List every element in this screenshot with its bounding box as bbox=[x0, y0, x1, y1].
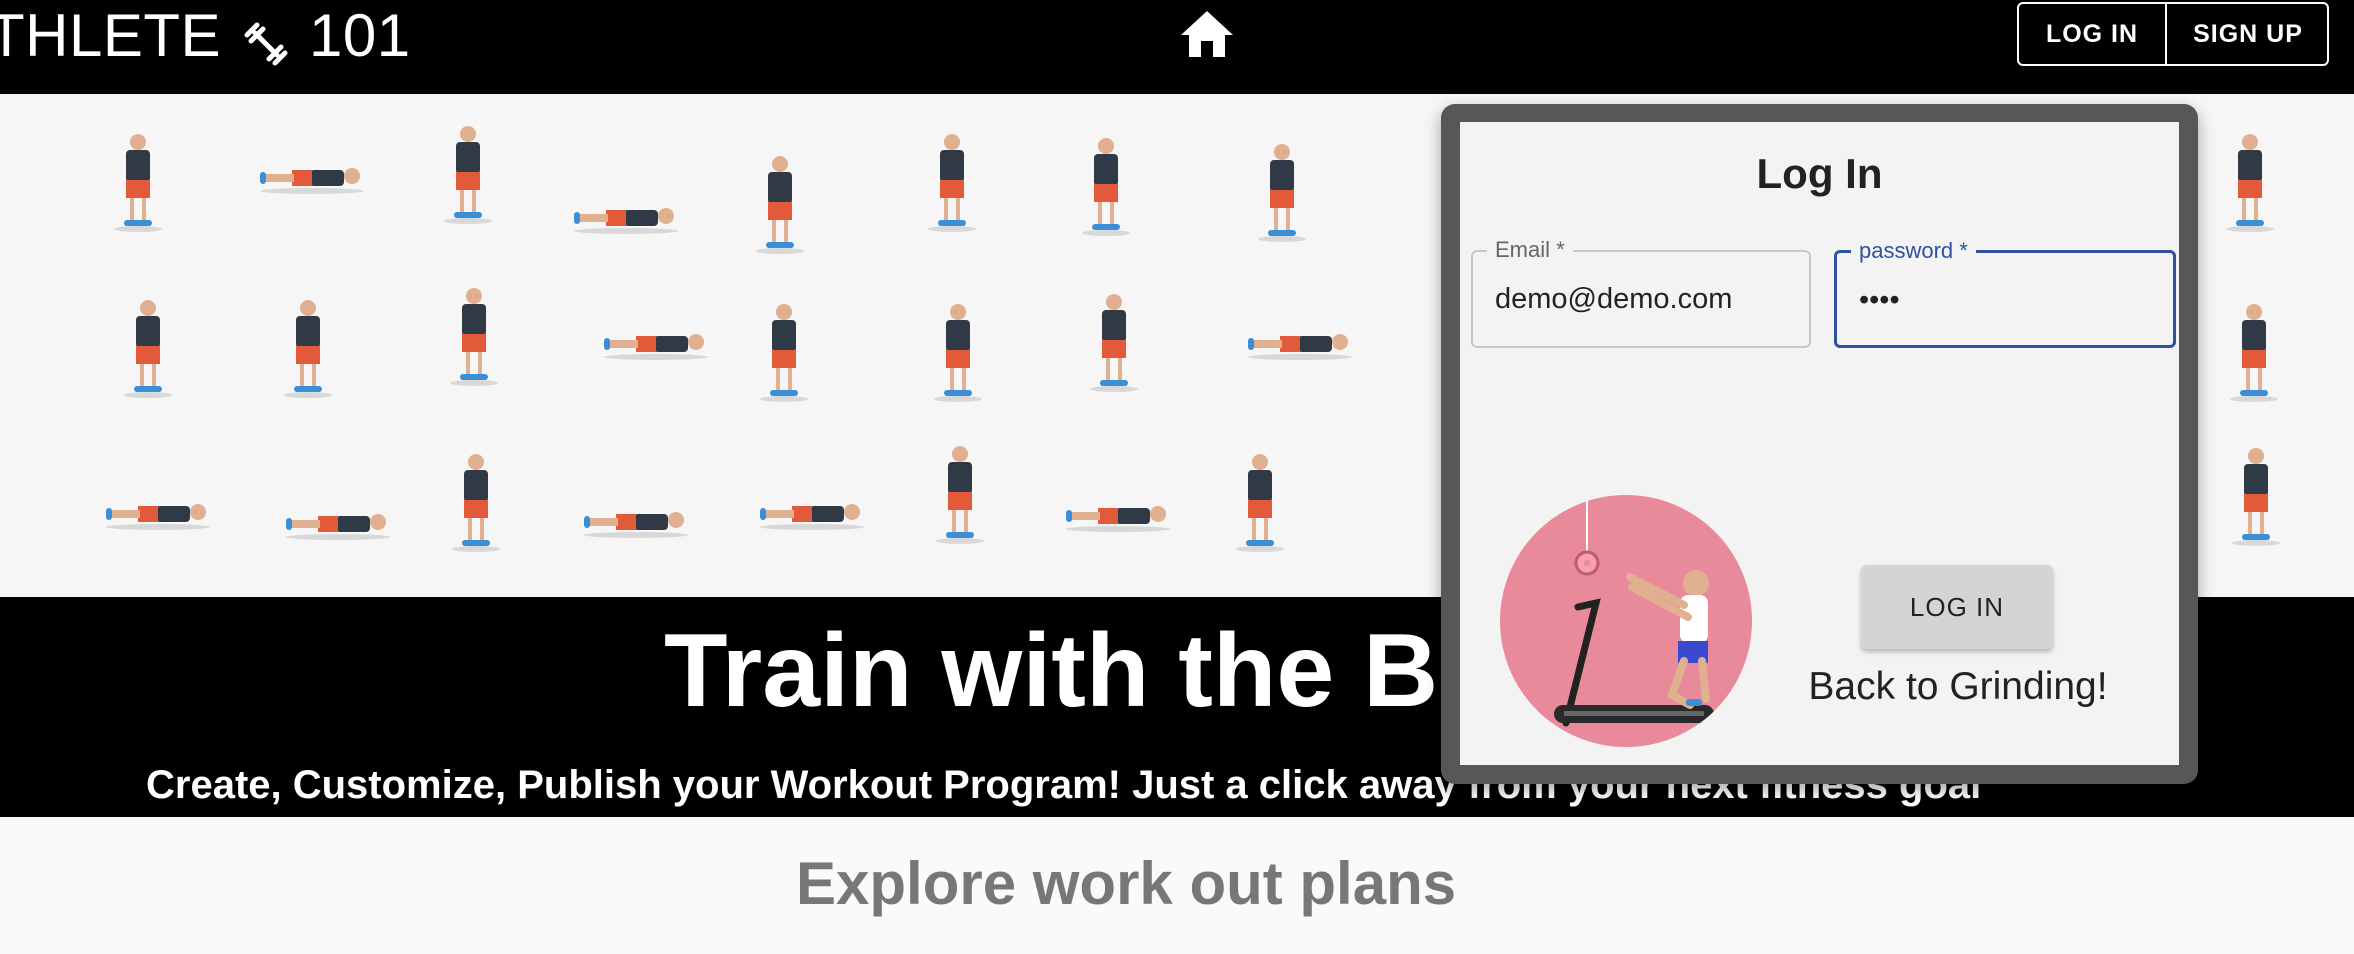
exercise-figure bbox=[284, 300, 332, 400]
exercise-figure bbox=[604, 324, 708, 364]
exercise-figure bbox=[1236, 454, 1284, 554]
exercise-figure bbox=[1248, 324, 1352, 364]
signup-button[interactable]: SIGN UP bbox=[2167, 4, 2329, 64]
exercise-figure bbox=[1090, 294, 1138, 394]
exercise-figure bbox=[2232, 448, 2280, 548]
treadmill-donut-illustration bbox=[1500, 495, 1752, 747]
email-field[interactable]: Email * bbox=[1471, 237, 1811, 348]
email-label: Email * bbox=[1487, 237, 1573, 263]
exercise-figure bbox=[452, 454, 500, 554]
explore-title: Explore work out plans bbox=[796, 850, 1457, 917]
exercise-figure bbox=[584, 502, 688, 542]
exercise-figure bbox=[936, 446, 984, 546]
home-icon bbox=[1179, 9, 1235, 64]
exercise-figure bbox=[760, 494, 864, 534]
explore-section: Explore work out plans bbox=[0, 817, 2354, 954]
exercise-figure bbox=[928, 134, 976, 234]
home-button[interactable] bbox=[1176, 8, 1238, 64]
dumbbell-icon bbox=[243, 12, 289, 66]
exercise-figure bbox=[114, 134, 162, 234]
password-input[interactable] bbox=[1859, 279, 2149, 321]
exercise-figure bbox=[2226, 134, 2274, 234]
exercise-figure bbox=[286, 504, 390, 544]
exercise-figure bbox=[934, 304, 982, 404]
exercise-figure bbox=[124, 300, 172, 400]
email-input[interactable] bbox=[1495, 278, 1785, 320]
exercise-figure bbox=[760, 304, 808, 404]
login-modal: Log In Email * password * bbox=[1460, 122, 2179, 765]
exercise-figure bbox=[444, 126, 492, 226]
brand-text: THLETE bbox=[0, 1, 222, 69]
login-button[interactable]: LOG IN bbox=[2019, 4, 2167, 64]
password-field[interactable]: password * bbox=[1834, 238, 2176, 348]
password-label: password * bbox=[1851, 238, 1976, 264]
exercise-figure bbox=[2230, 304, 2278, 404]
exercise-figure bbox=[450, 288, 498, 388]
hero-title: Train with the B bbox=[664, 613, 1439, 729]
exercise-figure bbox=[1066, 496, 1170, 536]
exercise-figure bbox=[756, 156, 804, 256]
modal-login-button[interactable]: LOG IN bbox=[1861, 565, 2053, 649]
exercise-figure bbox=[1082, 138, 1130, 238]
auth-button-group: LOG IN SIGN UP bbox=[2017, 2, 2329, 66]
navbar: THLETE 101 LOG IN SIGN UP bbox=[0, 0, 2354, 94]
login-modal-title: Log In bbox=[1756, 150, 1883, 197]
exercise-figure bbox=[260, 158, 364, 198]
brand-suffix: 101 bbox=[309, 1, 411, 69]
exercise-figure bbox=[574, 198, 678, 238]
exercise-figure bbox=[1258, 144, 1306, 244]
login-tagline: Back to Grinding! bbox=[1808, 665, 2108, 708]
brand-logo[interactable]: THLETE 101 bbox=[0, 0, 411, 70]
exercise-figure bbox=[106, 494, 210, 534]
